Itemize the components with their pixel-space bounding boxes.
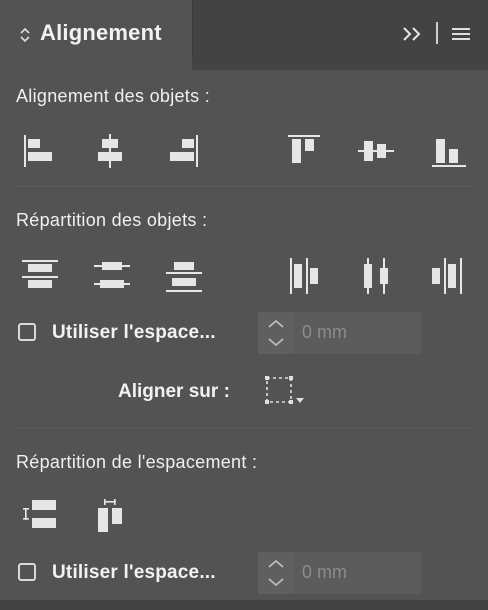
spacing-input-objects[interactable]: 0 mm	[302, 322, 347, 343]
align-to-label: Aligner sur :	[118, 381, 230, 402]
distribute-objects-title: Répartition des objets :	[16, 210, 208, 230]
align-top-icon[interactable]	[286, 131, 326, 171]
collapse-toggle-icon[interactable]	[18, 25, 32, 45]
up-down-arrows-icon[interactable]	[258, 552, 294, 594]
stepper-arrows[interactable]	[258, 552, 294, 594]
distribute-vertical-space-icon[interactable]	[20, 496, 60, 536]
section-divider	[14, 428, 474, 430]
distribute-bottom-icon[interactable]	[164, 256, 204, 296]
use-spacing-label-objects: Utiliser l'espace...	[52, 322, 216, 343]
align-vertical-center-icon[interactable]	[356, 131, 396, 171]
tab-bar-separator	[436, 22, 438, 44]
hamburger-menu-icon[interactable]	[450, 24, 472, 44]
section-divider	[14, 186, 474, 188]
spacing-spinner-objects[interactable]: 0 mm	[258, 312, 422, 354]
stepper-arrows[interactable]	[258, 312, 294, 354]
distribute-horizontal-space-icon[interactable]	[92, 496, 132, 536]
align-horizontal-center-icon[interactable]	[90, 131, 130, 171]
align-bottom-icon[interactable]	[428, 131, 468, 171]
distribute-horizontal-center-icon[interactable]	[356, 256, 396, 296]
distribute-top-icon[interactable]	[20, 256, 60, 296]
tab-alignement[interactable]: Alignement	[0, 0, 193, 70]
spacing-spinner-spacing[interactable]: 0 mm	[258, 552, 422, 594]
tab-strip	[192, 60, 488, 70]
use-spacing-label-spacing: Utiliser l'espace...	[52, 562, 216, 583]
use-spacing-checkbox-spacing[interactable]	[18, 563, 36, 581]
selection-align-to-icon[interactable]	[262, 372, 308, 410]
distribute-vertical-center-icon[interactable]	[92, 256, 132, 296]
double-chevron-right-icon[interactable]	[398, 22, 426, 46]
distribute-right-icon[interactable]	[428, 256, 468, 296]
align-left-icon[interactable]	[20, 131, 60, 171]
distribute-spacing-title: Répartition de l'espacement :	[16, 452, 258, 472]
distribute-left-icon[interactable]	[286, 256, 326, 296]
use-spacing-checkbox-objects[interactable]	[18, 323, 36, 341]
up-down-arrows-icon[interactable]	[258, 312, 294, 354]
panel-bottom-edge	[0, 600, 488, 610]
align-objects-title: Alignement des objets :	[16, 86, 211, 106]
spacing-input-spacing[interactable]: 0 mm	[302, 562, 347, 583]
tab-title: Alignement	[40, 20, 162, 45]
align-right-icon[interactable]	[162, 131, 202, 171]
